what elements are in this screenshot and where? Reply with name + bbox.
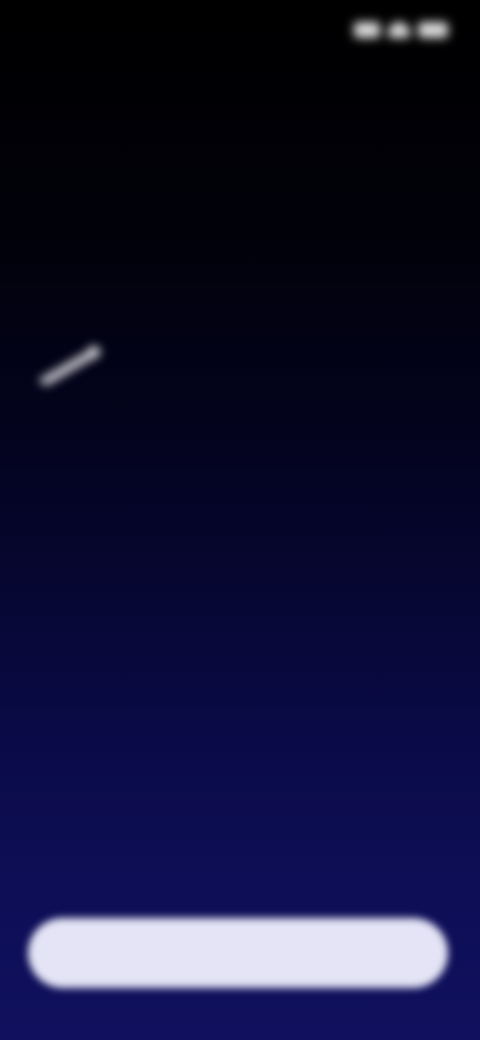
status-time <box>32 16 122 44</box>
screen <box>0 0 480 1040</box>
sparkle-icon <box>28 332 108 392</box>
wifi-icon <box>388 22 410 38</box>
status-bar <box>0 0 480 60</box>
primary-button[interactable] <box>28 918 448 988</box>
signal-icon <box>354 22 380 38</box>
gradient-background <box>0 0 480 1040</box>
battery-icon <box>418 22 448 38</box>
status-icons <box>348 16 448 44</box>
sparkle-icon-graphic <box>38 346 100 386</box>
